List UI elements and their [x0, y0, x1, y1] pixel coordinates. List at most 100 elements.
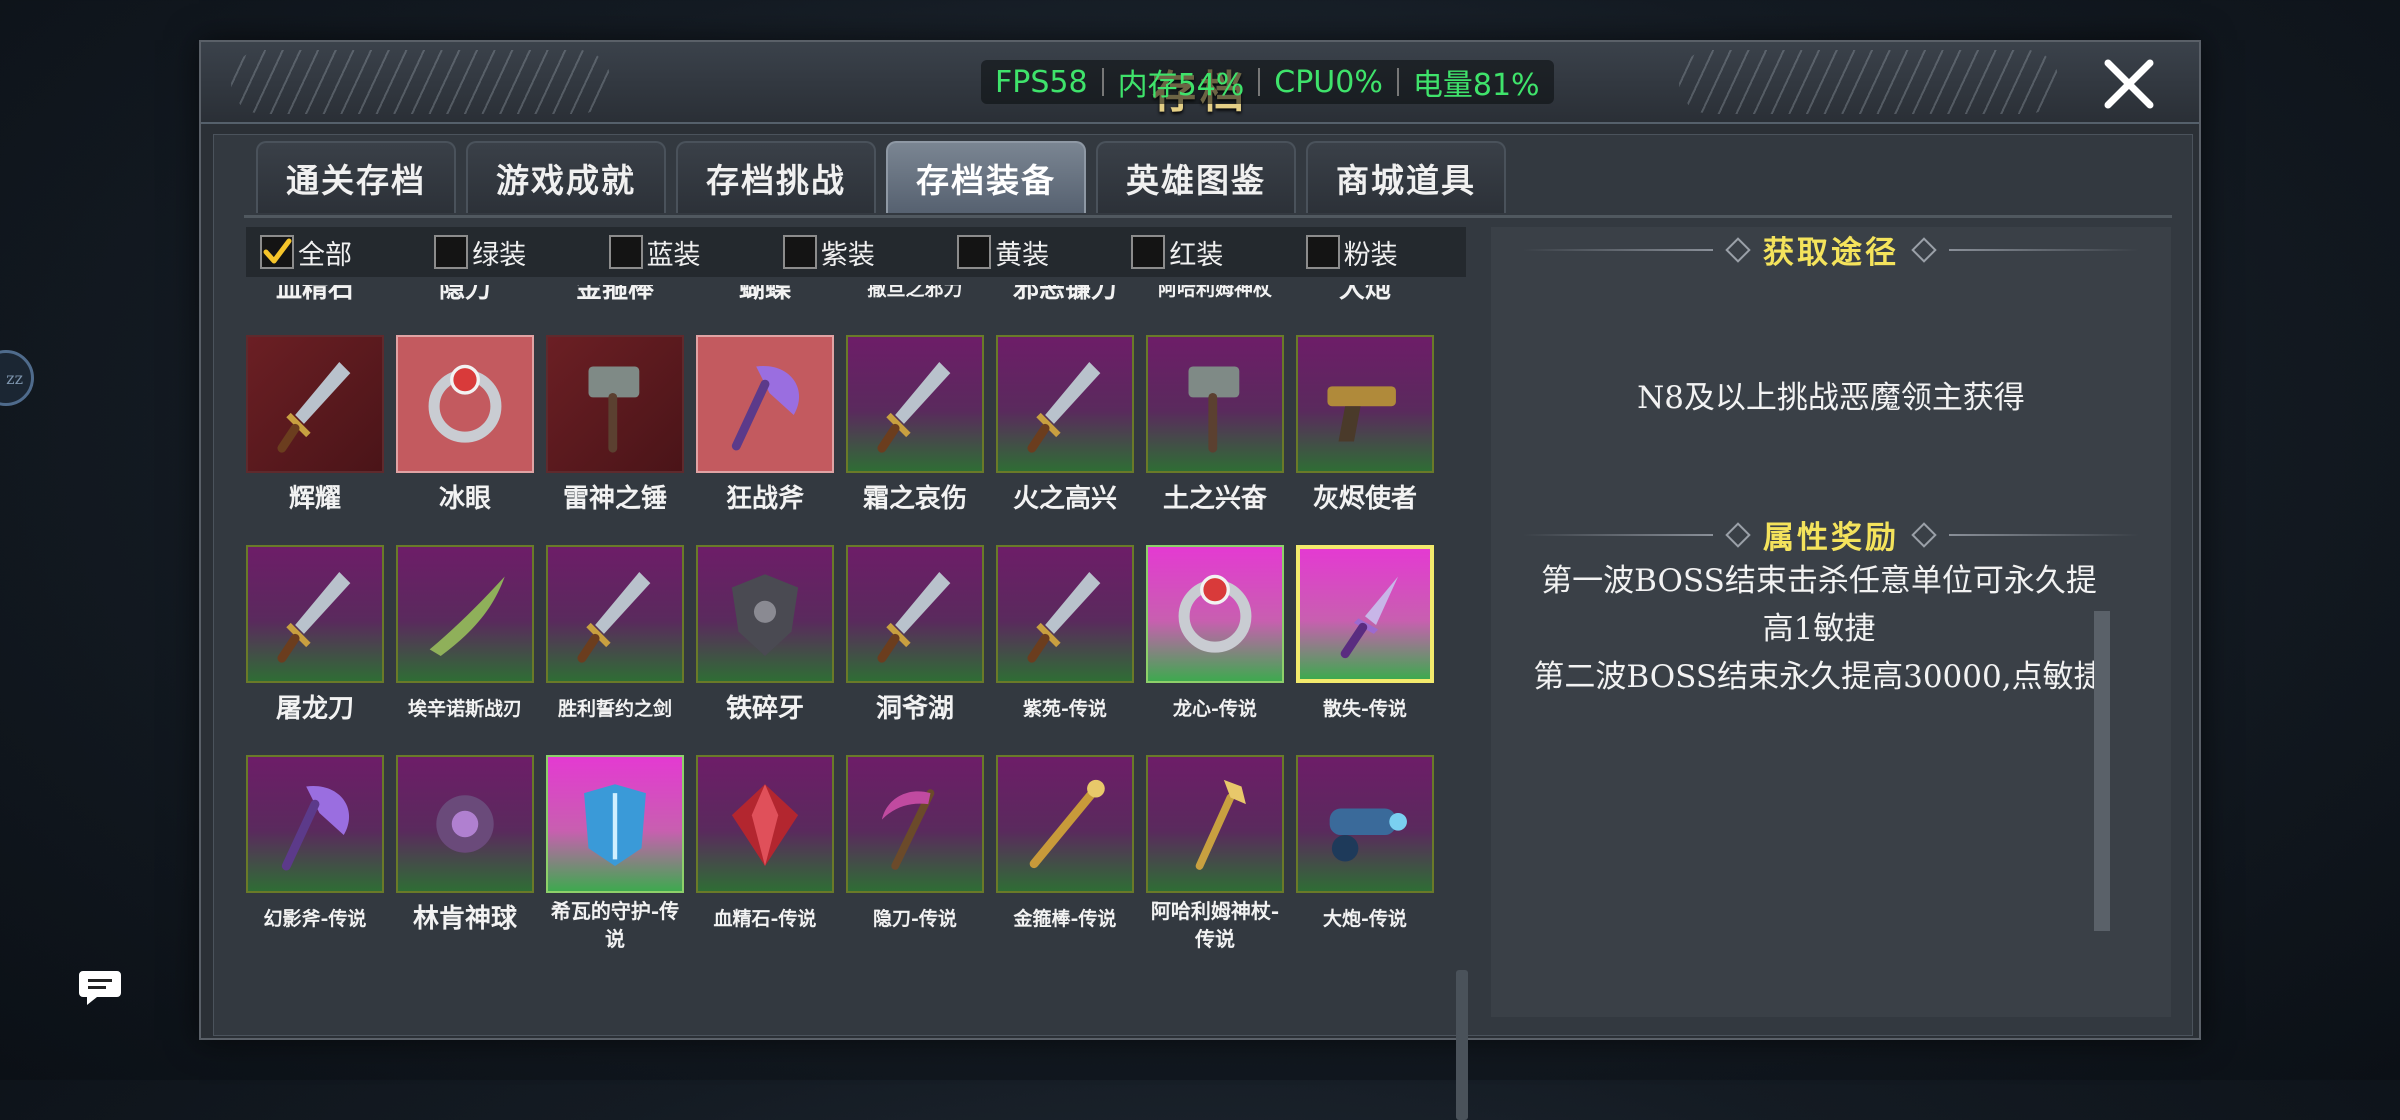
filter-option[interactable]: 绿装 — [420, 233, 594, 272]
equipment-name: 幻影斧-传说 — [263, 908, 367, 930]
equipment-tile[interactable] — [846, 335, 984, 473]
equipment-name: 铁碎牙 — [725, 694, 804, 724]
equipment-item[interactable]: 冰眼 — [396, 335, 534, 515]
filter-checkbox[interactable] — [1131, 235, 1166, 269]
equipment-item[interactable]: 胜利誓约之剑 — [546, 545, 684, 725]
equipment-item[interactable]: 林肯神球 — [396, 755, 534, 935]
tab-3[interactable]: 存档装备 — [886, 141, 1086, 213]
filter-option[interactable]: 红装 — [1117, 233, 1291, 272]
tab-5[interactable]: 商城道具 — [1306, 141, 1506, 213]
equipment-tile[interactable] — [696, 755, 834, 893]
equipment-tile[interactable] — [546, 755, 684, 893]
chat-icon[interactable] — [75, 966, 125, 1010]
hammer-icon — [588, 366, 640, 453]
equipment-tile[interactable] — [1296, 545, 1434, 683]
equipment-tile[interactable] — [846, 755, 984, 893]
equipment-item[interactable]: 希瓦的守护-传说 — [546, 755, 684, 953]
equipment-item[interactable]: 狂战斧 — [696, 335, 834, 515]
equipment-item[interactable]: 火之高兴 — [996, 335, 1134, 515]
equipment-tile[interactable] — [696, 545, 834, 683]
equipment-tile[interactable] — [1296, 755, 1434, 893]
tab-4[interactable]: 英雄图鉴 — [1096, 141, 1296, 213]
equipment-item[interactable]: 血精石-传说 — [696, 755, 834, 935]
equipment-item[interactable]: 雷神之锤 — [546, 335, 684, 515]
equipment-item[interactable]: 土之兴奋 — [1146, 335, 1284, 515]
equipment-name: 邪恶镰刀 — [1012, 285, 1117, 304]
equipment-tile[interactable] — [996, 755, 1134, 893]
equipment-item[interactable]: 金箍棒 — [546, 285, 684, 305]
equipment-name: 金箍棒 — [575, 285, 654, 304]
equipment-tile[interactable] — [846, 545, 984, 683]
floating-side-button[interactable]: zz — [0, 350, 34, 406]
equipment-item[interactable]: 蝴蝶 — [696, 285, 834, 305]
filter-checkbox[interactable] — [782, 235, 817, 269]
equipment-item[interactable]: 霜之哀伤 — [846, 335, 984, 515]
equipment-item[interactable]: 辉耀 — [246, 335, 384, 515]
grid-scrollbar[interactable] — [1456, 970, 1468, 1120]
filter-checkbox[interactable] — [1305, 235, 1340, 269]
equipment-item[interactable]: 洞爷湖 — [846, 545, 984, 725]
equipment-tile[interactable] — [246, 545, 384, 683]
tab-0[interactable]: 通关存档 — [256, 141, 456, 213]
filter-checkbox[interactable] — [434, 235, 469, 269]
filter-checkbox[interactable] — [260, 235, 294, 269]
equipment-item[interactable]: 铁碎牙 — [696, 545, 834, 725]
equipment-item[interactable]: 金箍棒-传说 — [996, 755, 1134, 935]
equipment-item[interactable]: 隐刀-传说 — [846, 755, 984, 935]
equipment-item[interactable]: 龙心-传说 — [1146, 545, 1284, 725]
filter-option[interactable]: 粉装 — [1292, 233, 1466, 272]
equipment-item[interactable]: 阿哈利姆神杖 — [1146, 285, 1284, 305]
equipment-name: 隐刀 — [438, 285, 491, 304]
filter-checkbox[interactable] — [608, 235, 643, 269]
equipment-item[interactable]: 撒旦之邪力 — [846, 285, 984, 305]
equipment-name: 金箍棒-传说 — [1013, 908, 1117, 930]
equipment-item[interactable]: 埃辛诺斯战刃 — [396, 545, 534, 725]
equipment-tile[interactable] — [246, 335, 384, 473]
equipment-item[interactable]: 邪恶镰刀 — [996, 285, 1134, 305]
close-button[interactable] — [2099, 54, 2159, 114]
filter-option[interactable]: 黄装 — [943, 233, 1117, 272]
filter-option[interactable]: 紫装 — [769, 233, 943, 272]
equipment-tile[interactable] — [996, 545, 1134, 683]
shield-icon — [731, 574, 799, 656]
equipment-tile[interactable] — [1146, 335, 1284, 473]
equipment-tile[interactable] — [996, 335, 1134, 473]
equipment-item[interactable]: 散失-传说 — [1296, 545, 1434, 725]
equipment-name: 胜利誓约之剑 — [557, 698, 672, 720]
equipment-name: 屠龙刀 — [275, 694, 354, 724]
equipment-tile[interactable] — [246, 755, 384, 893]
equipment-grid[interactable]: 血精石 隐刀 金箍棒 蝴蝶 撒旦之邪力 邪恶镰刀 阿哈利姆神杖 大炮辉耀 冰眼 雷神之锤 狂战斧 霜之… — [246, 285, 1476, 1025]
panel-header: 存档 FPS58 内存54% CPU0% 电量81% — [201, 42, 2199, 124]
reward-section-title: 属性奖励 — [1491, 512, 2171, 557]
equipment-tile[interactable] — [396, 755, 534, 893]
equipment-name: 血精石-传说 — [713, 908, 817, 930]
equipment-item[interactable]: 紫苑-传说 — [996, 545, 1134, 725]
ring-icon — [1178, 574, 1252, 653]
filter-option[interactable]: 全部 — [246, 233, 420, 272]
equipment-tile[interactable] — [696, 335, 834, 473]
filter-option[interactable]: 蓝装 — [595, 233, 769, 272]
equipment-item[interactable]: 阿哈利姆神杖-传说 — [1146, 755, 1284, 953]
filter-label: 绿装 — [472, 239, 527, 271]
equipment-item[interactable]: 幻影斧-传说 — [246, 755, 384, 935]
equipment-tile[interactable] — [546, 335, 684, 473]
sword-icon — [277, 572, 351, 663]
equipment-item[interactable]: 灰烬使者 — [1296, 335, 1434, 515]
equipment-item[interactable]: 血精石 — [246, 285, 384, 305]
sword-icon — [577, 572, 651, 663]
equipment-tile[interactable] — [396, 335, 534, 473]
tab-2[interactable]: 存档挑战 — [676, 141, 876, 213]
filter-checkbox[interactable] — [957, 235, 992, 269]
battery-text: 电量81% — [1412, 68, 1540, 103]
equipment-tile[interactable] — [1146, 755, 1284, 893]
info-scrollbar[interactable] — [2094, 611, 2110, 931]
equipment-tile[interactable] — [1296, 335, 1434, 473]
tab-1[interactable]: 游戏成就 — [466, 141, 666, 213]
equipment-tile[interactable] — [396, 545, 534, 683]
equipment-tile[interactable] — [546, 545, 684, 683]
equipment-item[interactable]: 隐刀 — [396, 285, 534, 305]
equipment-item[interactable]: 屠龙刀 — [246, 545, 384, 725]
equipment-item[interactable]: 大炮-传说 — [1296, 755, 1434, 935]
equipment-item[interactable]: 大炮 — [1296, 285, 1434, 305]
equipment-tile[interactable] — [1146, 545, 1284, 683]
